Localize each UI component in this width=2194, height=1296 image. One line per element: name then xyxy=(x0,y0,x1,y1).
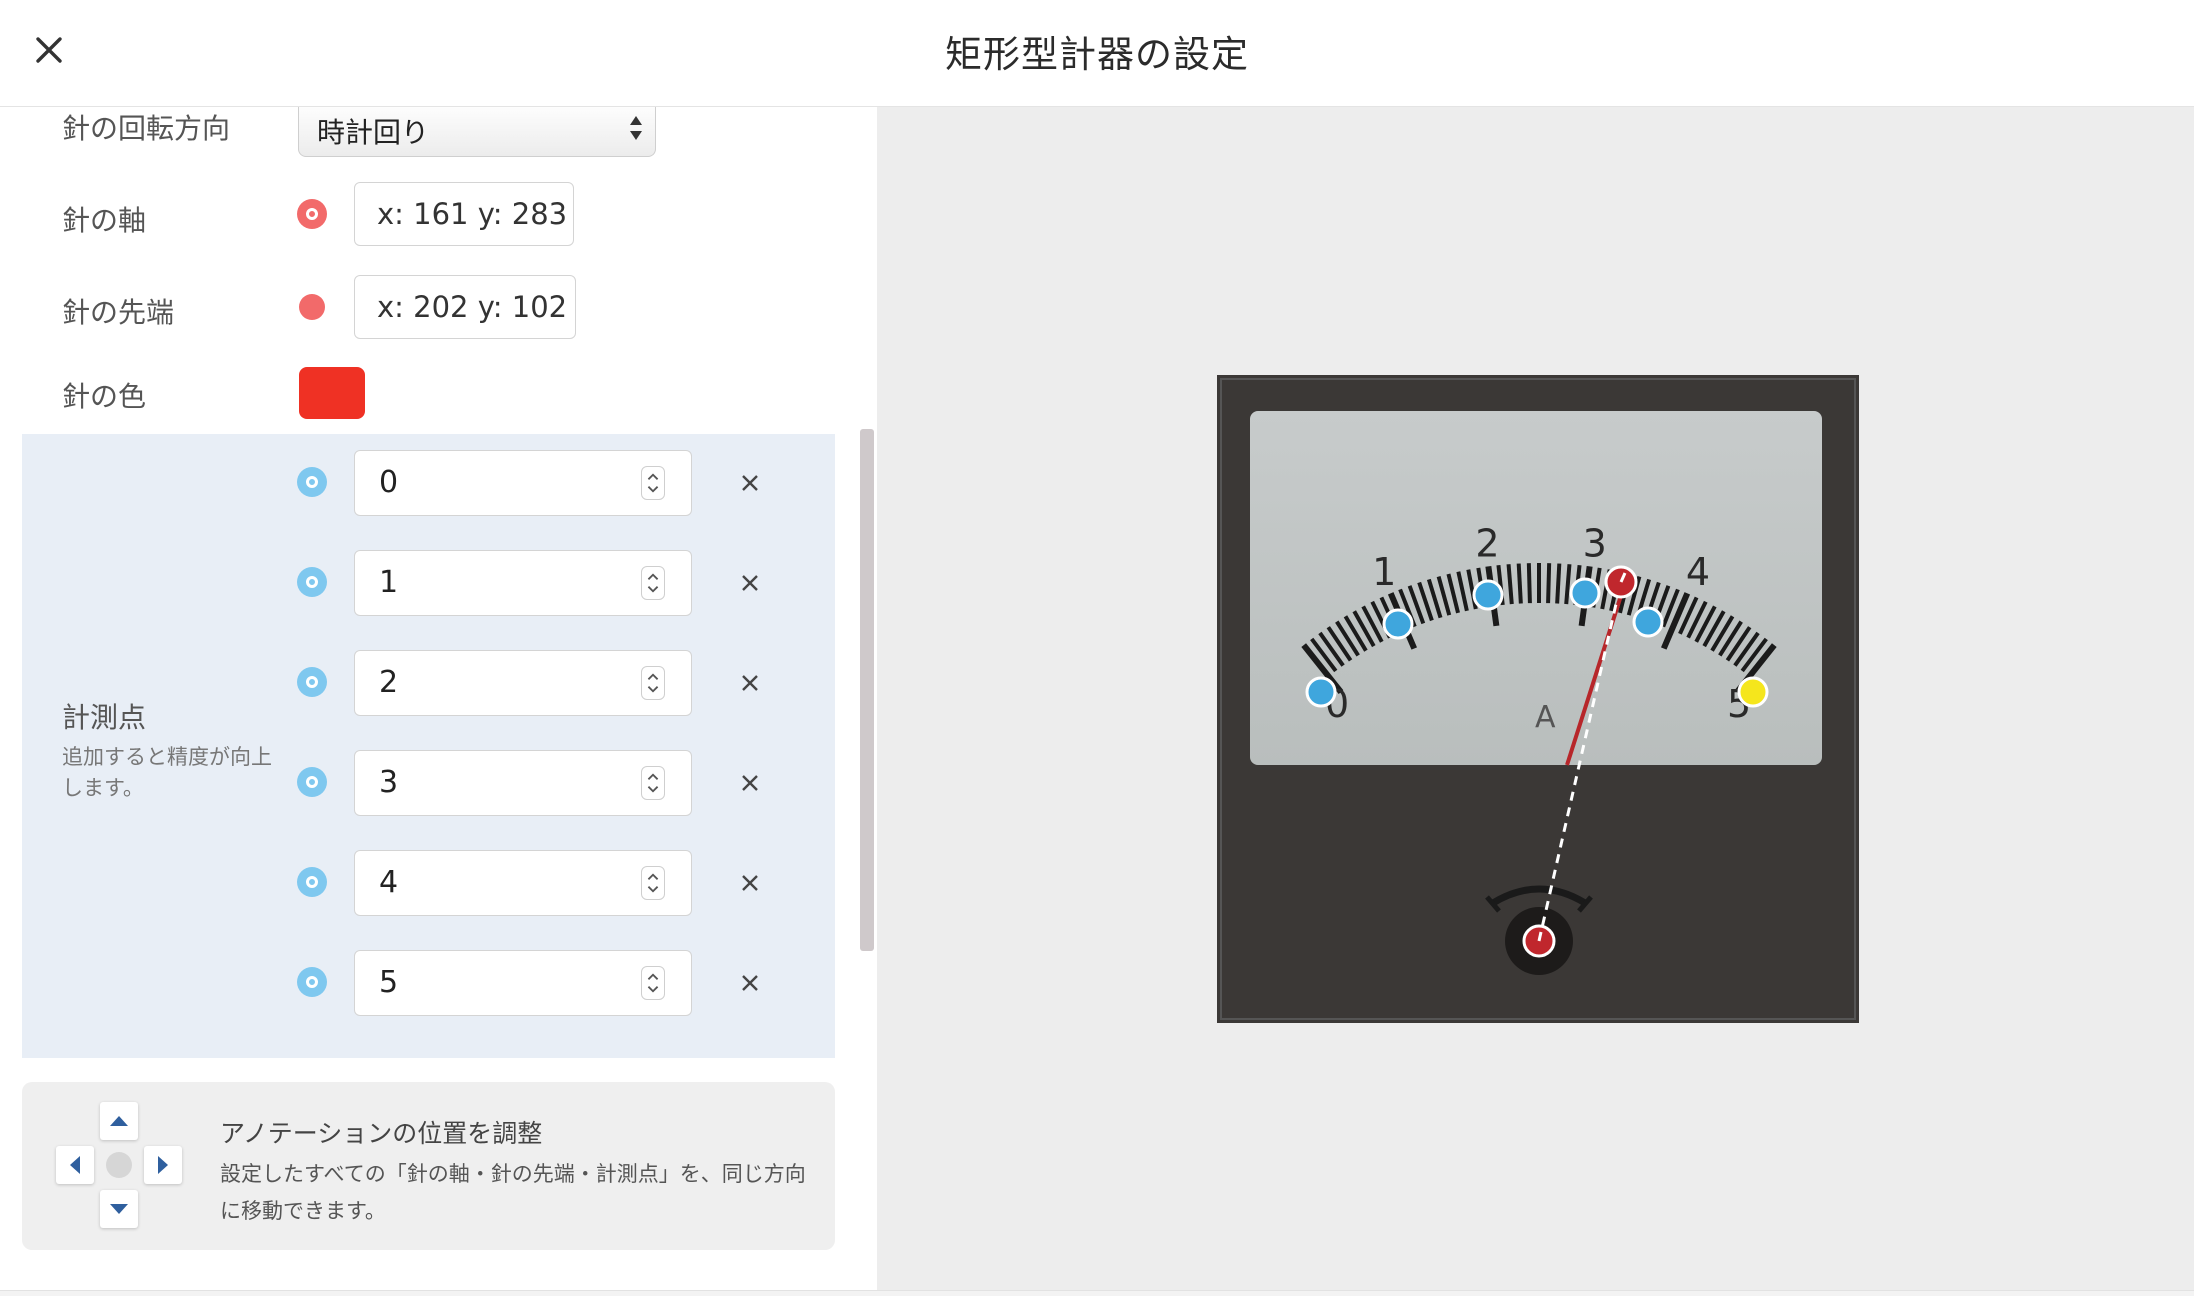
axis-coordinate-field[interactable]: x: 161 y: 283 xyxy=(354,182,574,246)
measurement-point-marker xyxy=(1382,608,1414,640)
header: 矩形型計器の設定 xyxy=(0,0,2194,107)
meter-preview: 012345 A xyxy=(877,107,2194,1290)
point-value-input[interactable]: 5 xyxy=(354,950,692,1016)
remove-point-button[interactable] xyxy=(732,965,768,1001)
tip-marker-button[interactable] xyxy=(299,294,325,320)
close-icon xyxy=(742,575,758,591)
axis-marker xyxy=(1522,924,1556,958)
arrow-up-icon xyxy=(110,1116,128,1126)
point-value-input[interactable]: 3 xyxy=(354,750,692,816)
axis-label: 針の軸 xyxy=(62,204,147,237)
measurement-point-marker xyxy=(1569,577,1601,609)
point-value: 3 xyxy=(379,765,399,800)
center-dot xyxy=(106,1152,132,1178)
meter-image: 012345 A xyxy=(1217,375,1859,1023)
point-value-input[interactable]: 1 xyxy=(354,550,692,616)
spinner-icon[interactable] xyxy=(641,866,665,900)
meter-illustration: 012 345 A xyxy=(1217,375,1859,1023)
scrollbar[interactable] xyxy=(860,429,874,951)
arrow-down-icon xyxy=(110,1204,128,1214)
measurement-points-panel: 計測点 追加すると精度が向上します。 0 1 2 3 4 5 xyxy=(22,434,835,1058)
remove-point-button[interactable] xyxy=(732,865,768,901)
scale-label: 4 xyxy=(1686,550,1710,594)
scale-label: 3 xyxy=(1583,522,1607,566)
adjust-title: アノテーションの位置を調整 xyxy=(220,1119,543,1148)
spinner-icon[interactable] xyxy=(641,566,665,600)
target-dot-icon xyxy=(306,208,318,220)
minor-tick xyxy=(1516,563,1523,604)
point-value-input[interactable]: 0 xyxy=(354,450,692,516)
move-up-button[interactable] xyxy=(100,1102,138,1140)
spinner-icon[interactable] xyxy=(641,966,665,1000)
close-icon xyxy=(742,875,758,891)
point-value-input[interactable]: 2 xyxy=(354,650,692,716)
point-value: 5 xyxy=(379,965,399,1000)
move-right-button[interactable] xyxy=(144,1146,182,1184)
axis-marker-button[interactable] xyxy=(297,199,327,229)
point-value: 2 xyxy=(379,665,399,700)
tip-marker xyxy=(1604,565,1638,599)
measurement-points-title: 計測点 xyxy=(62,701,147,734)
minor-tick xyxy=(1555,563,1562,604)
settings-panel: 針の回転方向 時計回り 針の軸 x: 161 y: 283 針の先端 x: 20… xyxy=(0,107,877,1290)
arrow-right-icon xyxy=(158,1156,168,1174)
spinner-icon[interactable] xyxy=(641,766,665,800)
unit-label: A xyxy=(1535,700,1556,735)
rotation-select[interactable]: 時計回り xyxy=(298,107,656,157)
point-marker-button[interactable] xyxy=(297,767,327,797)
arrow-left-icon xyxy=(70,1156,80,1174)
needle-color-swatch[interactable] xyxy=(299,367,365,419)
point-marker-button[interactable] xyxy=(297,567,327,597)
close-icon xyxy=(742,675,758,691)
point-value: 0 xyxy=(379,465,399,500)
bottom-divider xyxy=(0,1290,2194,1296)
minor-tick xyxy=(1546,563,1552,604)
move-down-button[interactable] xyxy=(100,1190,138,1228)
adjust-description: 設定したすべての「針の軸・針の先端・計測点」を、同じ方向に移動できます。 xyxy=(220,1162,806,1223)
point-value: 1 xyxy=(379,565,399,600)
measurement-point-marker xyxy=(1305,676,1337,708)
point-value: 4 xyxy=(379,865,399,900)
measurement-point-marker xyxy=(1737,676,1769,708)
target-dot-icon xyxy=(306,876,318,888)
scale-label: 1 xyxy=(1372,550,1396,594)
rotation-label: 針の回転方向 xyxy=(62,112,231,145)
remove-point-button[interactable] xyxy=(732,565,768,601)
page-title: 矩形型計器の設定 xyxy=(945,33,1249,76)
select-arrows-icon xyxy=(630,116,642,140)
close-icon xyxy=(742,975,758,991)
point-marker-button[interactable] xyxy=(297,867,327,897)
tip-coordinate-field[interactable]: x: 202 y: 102 xyxy=(354,275,576,339)
target-dot-icon xyxy=(306,776,318,788)
tip-label: 針の先端 xyxy=(62,296,175,329)
move-left-button[interactable] xyxy=(56,1146,94,1184)
scale-label: 2 xyxy=(1475,522,1499,566)
spinner-icon[interactable] xyxy=(641,666,665,700)
remove-point-button[interactable] xyxy=(732,465,768,501)
point-value-input[interactable]: 4 xyxy=(354,850,692,916)
close-icon xyxy=(742,475,758,491)
target-dot-icon xyxy=(306,976,318,988)
remove-point-button[interactable] xyxy=(732,765,768,801)
remove-point-button[interactable] xyxy=(732,665,768,701)
adjust-position-card: アノテーションの位置を調整 設定したすべての「針の軸・針の先端・計測点」を、同じ… xyxy=(22,1082,835,1250)
minor-tick xyxy=(1526,563,1532,604)
point-marker-button[interactable] xyxy=(297,667,327,697)
measurement-point-marker xyxy=(1632,606,1664,638)
close-icon xyxy=(742,775,758,791)
rotation-select-value: 時計回り xyxy=(317,116,430,149)
target-dot-icon xyxy=(306,576,318,588)
needle-color-label: 針の色 xyxy=(62,380,147,413)
target-dot-icon xyxy=(306,476,318,488)
measurement-point-marker xyxy=(1472,579,1504,611)
measurement-points-hint: 追加すると精度が向上します。 xyxy=(62,745,272,800)
point-marker-button[interactable] xyxy=(297,967,327,997)
target-dot-icon xyxy=(306,676,318,688)
point-marker-button[interactable] xyxy=(297,467,327,497)
spinner-icon[interactable] xyxy=(641,466,665,500)
